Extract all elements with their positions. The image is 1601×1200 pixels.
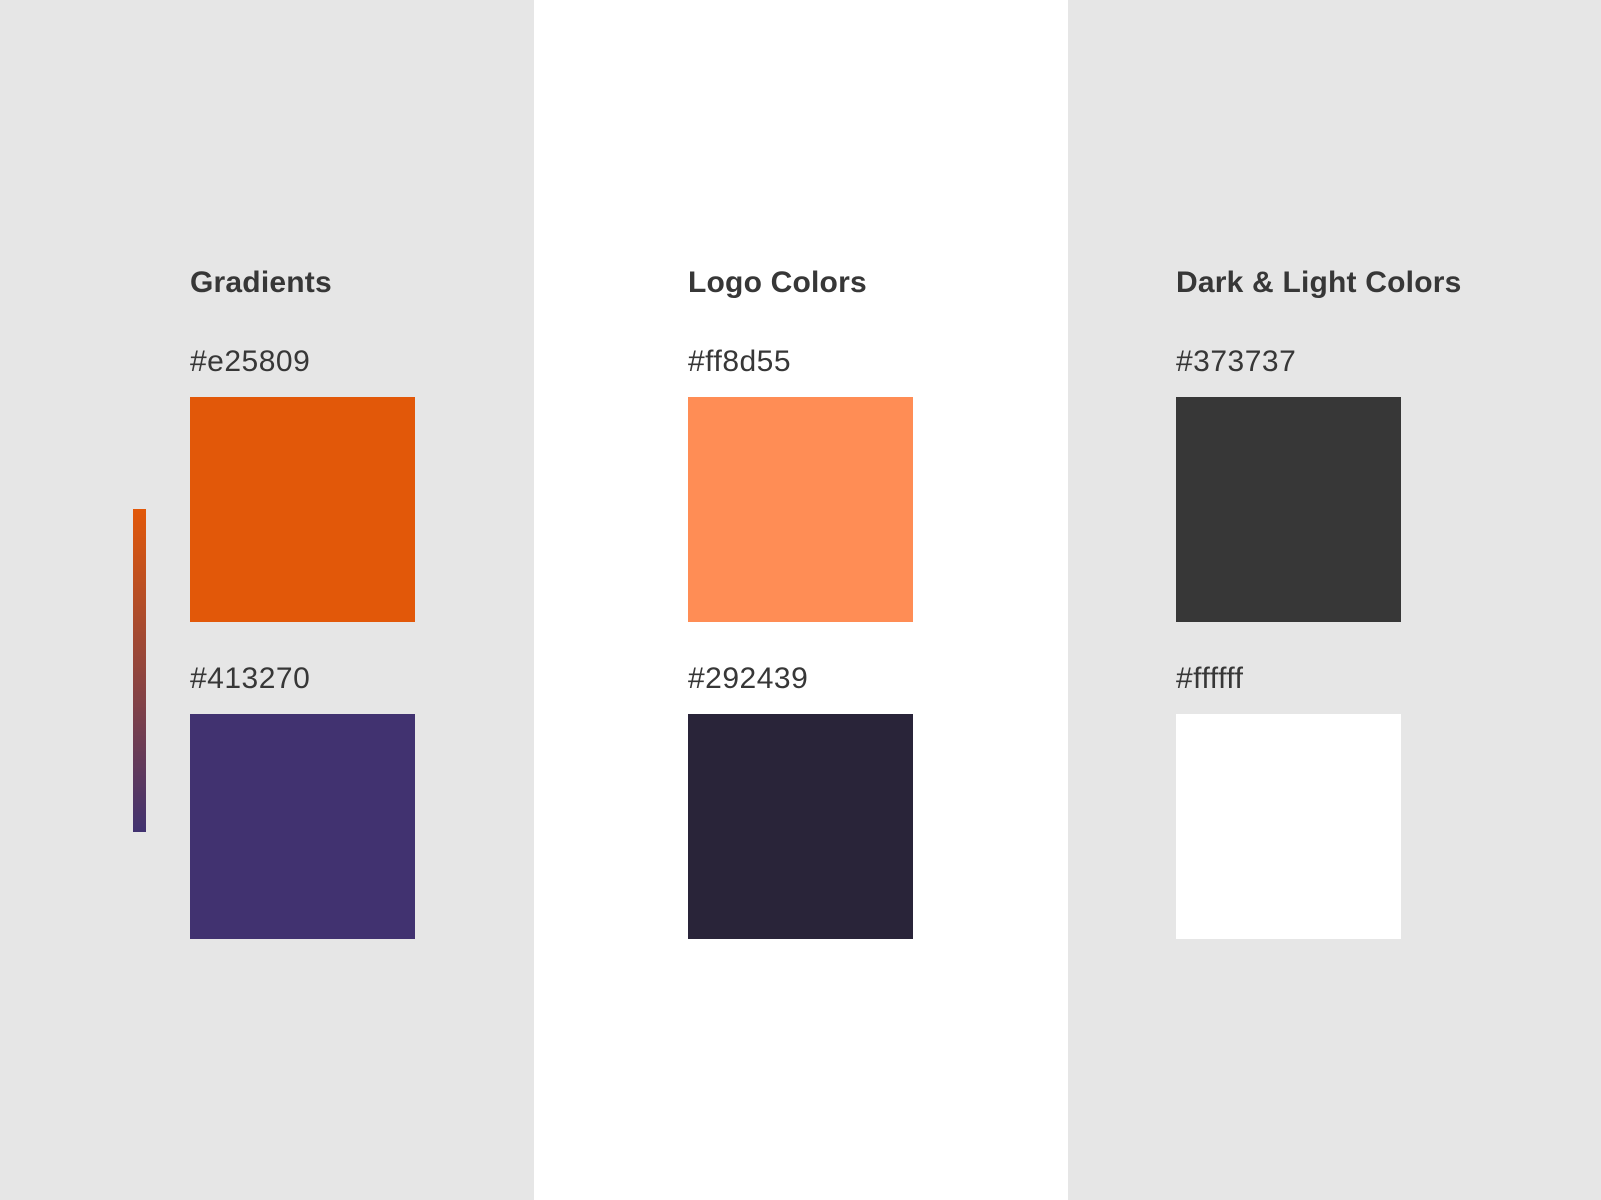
hex-label-purple: #413270 (190, 662, 311, 695)
swatch-white (1176, 714, 1401, 939)
swatch-orange (190, 397, 415, 622)
logo-colors-column: Logo Colors #ff8d55 #292439 (534, 0, 1068, 1200)
gradients-heading: Gradients (190, 266, 332, 299)
dark-light-colors-column: Dark & Light Colors #373737 #ffffff (1068, 0, 1601, 1200)
dark-light-colors-heading: Dark & Light Colors (1176, 266, 1462, 299)
hex-label-dark-navy: #292439 (688, 662, 809, 695)
logo-colors-heading: Logo Colors (688, 266, 867, 299)
swatch-purple (190, 714, 415, 939)
swatch-dark-navy (688, 714, 913, 939)
hex-label-dark-gray: #373737 (1176, 345, 1297, 378)
hex-label-light-orange: #ff8d55 (688, 345, 792, 378)
color-palette-page: Gradients #e25809 #413270 Logo Colors #f… (0, 0, 1601, 1200)
hex-label-orange: #e25809 (190, 345, 311, 378)
gradient-bar (133, 509, 146, 832)
gradients-column: Gradients #e25809 #413270 (0, 0, 534, 1200)
swatch-dark-gray (1176, 397, 1401, 622)
hex-label-white: #ffffff (1176, 662, 1244, 695)
swatch-light-orange (688, 397, 913, 622)
